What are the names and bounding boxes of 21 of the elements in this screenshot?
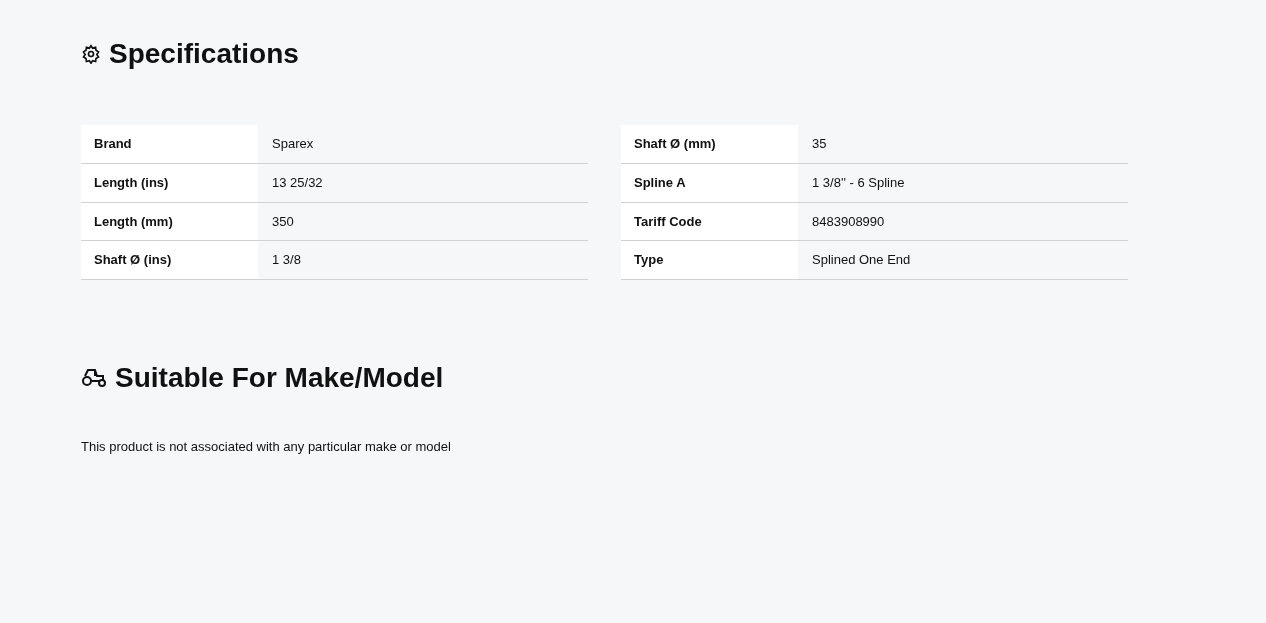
spec-label: Shaft Ø (ins) bbox=[81, 240, 258, 280]
spec-value: 13 25/32 bbox=[258, 163, 588, 203]
spec-value: Splined One End bbox=[798, 240, 1128, 280]
tractor-icon bbox=[81, 367, 107, 388]
info-message: This product is not associated with any particular make or model bbox=[81, 437, 452, 456]
spec-label: Length (mm) bbox=[81, 202, 258, 241]
spec-label: Type bbox=[621, 240, 798, 280]
spec-label: Shaft Ø (mm) bbox=[621, 125, 798, 164]
spec-label: Brand bbox=[81, 125, 258, 164]
spec-value: 350 bbox=[258, 202, 588, 241]
section-heading: Suitable For Make/Model bbox=[115, 360, 444, 395]
spec-value: 1 3/8'' - 6 Spline bbox=[798, 163, 1128, 203]
spec-label: Spline A bbox=[621, 163, 798, 203]
section-heading: Specifications bbox=[109, 37, 299, 71]
settings-icon bbox=[81, 43, 101, 64]
spec-label: Tariff Code bbox=[621, 202, 798, 241]
spec-value: 1 3/8 bbox=[258, 240, 588, 280]
spec-value: Sparex bbox=[258, 125, 588, 164]
spec-label: Length (ins) bbox=[81, 163, 258, 203]
spec-value: 8483908990 bbox=[798, 202, 1128, 241]
spec-value: 35 bbox=[798, 125, 1128, 164]
